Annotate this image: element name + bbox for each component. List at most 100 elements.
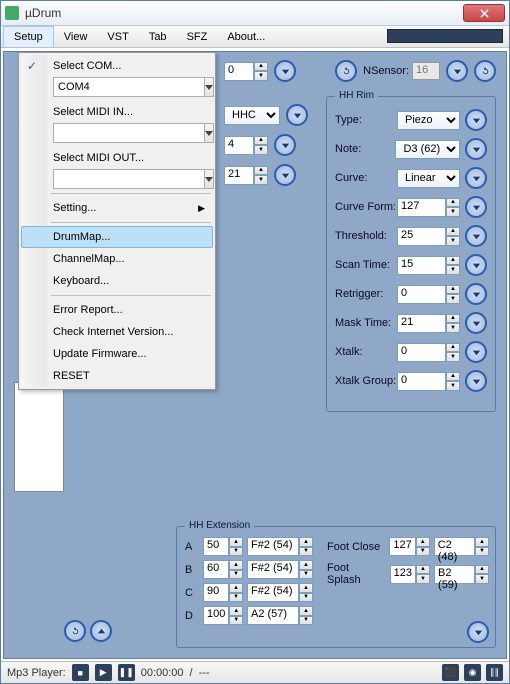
close-button[interactable] bbox=[463, 4, 505, 22]
hhext-v1-0[interactable]: 50▲▼ bbox=[203, 537, 243, 556]
footclose-v1[interactable]: 127▲▼ bbox=[389, 537, 429, 556]
hhrim-label-9: Xtalk Group: bbox=[335, 375, 397, 387]
hhrim-row-1: Note:D3 (62) bbox=[335, 138, 487, 160]
hhext-row-c: C90▲▼F#2 (54)▲▼ bbox=[185, 583, 313, 602]
com-combo[interactable] bbox=[53, 77, 203, 97]
partial-spin-21[interactable]: 21▲▼ bbox=[224, 166, 268, 185]
hhext-v1-2[interactable]: 90▲▼ bbox=[203, 583, 243, 602]
footclose-v2[interactable]: C2 (48)▲▼ bbox=[434, 537, 489, 556]
hhrim-label-1: Note: bbox=[335, 143, 395, 155]
hhrim-circ-2[interactable] bbox=[465, 167, 487, 189]
hhext-v2-1[interactable]: F#2 (54)▲▼ bbox=[247, 560, 313, 579]
partial-circ-4[interactable] bbox=[274, 134, 296, 156]
midiout-input[interactable] bbox=[53, 169, 205, 189]
menu-select-midi-in[interactable]: Select MIDI IN... bbox=[21, 101, 213, 123]
hhext-row-d: D 100▲▼A2 (57)▲▼ bbox=[185, 606, 313, 625]
hhrim-circ-0[interactable] bbox=[465, 109, 487, 131]
menu-update-firmware[interactable]: Update Firmware... bbox=[21, 343, 213, 365]
hhext-v1-1[interactable]: 60▲▼ bbox=[203, 560, 243, 579]
menu-tab[interactable]: Tab bbox=[139, 26, 177, 47]
hhrim-group: HH Rim Type:PiezoNote:D3 (62)Curve:Linea… bbox=[326, 96, 496, 412]
hhext-v2-0[interactable]: F#2 (54)▲▼ bbox=[247, 537, 313, 556]
hhrim-row-0: Type:Piezo bbox=[335, 109, 487, 131]
window-title: µDrum bbox=[25, 6, 463, 20]
hhrim-row-4: Threshold:25▲▼ bbox=[335, 225, 487, 247]
midiin-input[interactable] bbox=[53, 123, 205, 143]
bottom-up-button[interactable] bbox=[90, 620, 112, 642]
hhext-v1-3[interactable]: 100▲▼ bbox=[203, 606, 243, 625]
hhrim-circ-6[interactable] bbox=[465, 283, 487, 305]
partial-spin-4[interactable]: 4▲▼ bbox=[224, 136, 268, 155]
menu-sfz[interactable]: SFZ bbox=[177, 26, 218, 47]
menu-setup[interactable]: Setup bbox=[3, 26, 54, 47]
check-icon: ✓ bbox=[27, 59, 37, 73]
menu-vst[interactable]: VST bbox=[97, 26, 138, 47]
menu-view[interactable]: View bbox=[54, 26, 98, 47]
hhrim-spin-3[interactable]: 127▲▼ bbox=[397, 198, 460, 217]
hhext-v2-3[interactable]: A2 (57)▲▼ bbox=[247, 606, 313, 625]
setup-dropdown: ✓ Select COM... Select MIDI IN... Select… bbox=[18, 52, 216, 390]
midiin-combo[interactable] bbox=[53, 123, 203, 143]
hhrim-label-5: Scan Time: bbox=[335, 259, 397, 271]
hhext-v2-2[interactable]: F#2 (54)▲▼ bbox=[247, 583, 313, 602]
hhext-label-3: D bbox=[185, 610, 199, 622]
hhrim-spin-8[interactable]: 0▲▼ bbox=[397, 343, 460, 362]
hhrim-select-2[interactable]: Linear bbox=[397, 169, 460, 188]
partial-circ-21[interactable] bbox=[274, 164, 296, 186]
sb-btn-c[interactable]: ∥∥ bbox=[486, 664, 503, 681]
hhrim-circ-7[interactable] bbox=[465, 312, 487, 334]
hhrim-select-1[interactable]: D3 (62) bbox=[395, 140, 460, 159]
hhrim-circ-1[interactable] bbox=[465, 138, 487, 160]
hhrim-circ-3[interactable] bbox=[465, 196, 487, 218]
refresh-button[interactable] bbox=[335, 60, 357, 82]
com-combo-btn[interactable] bbox=[205, 77, 214, 97]
hhext-down-button[interactable] bbox=[467, 621, 489, 643]
footsplash-v1[interactable]: 123▲▼ bbox=[390, 565, 430, 584]
menu-error-report[interactable]: Error Report... bbox=[21, 299, 213, 321]
partial-circ-0[interactable] bbox=[274, 60, 296, 82]
submenu-arrow-icon: ▶ bbox=[198, 203, 205, 214]
hhrim-spin-7[interactable]: 21▲▼ bbox=[397, 314, 460, 333]
menu-keyboard[interactable]: Keyboard... bbox=[21, 270, 213, 292]
midiout-combo[interactable] bbox=[53, 169, 203, 189]
hhext-label-1: B bbox=[185, 564, 199, 576]
menu-select-com[interactable]: ✓ Select COM... bbox=[21, 55, 213, 77]
midiin-combo-btn[interactable] bbox=[205, 123, 214, 143]
app-icon bbox=[5, 6, 19, 20]
sb-btn-a[interactable]: ⬛ bbox=[442, 664, 459, 681]
midiout-combo-btn[interactable] bbox=[205, 169, 214, 189]
menu-select-midi-out[interactable]: Select MIDI OUT... bbox=[21, 147, 213, 169]
hhrim-spin-4[interactable]: 25▲▼ bbox=[397, 227, 460, 246]
menu-check-internet[interactable]: Check Internet Version... bbox=[21, 321, 213, 343]
menu-channelmap[interactable]: ChannelMap... bbox=[21, 248, 213, 270]
hhrim-row-2: Curve:Linear bbox=[335, 167, 487, 189]
hhext-label-0: A bbox=[185, 541, 199, 553]
menu-about[interactable]: About... bbox=[217, 26, 275, 47]
stop-button[interactable]: ■ bbox=[72, 664, 89, 681]
sb-btn-b[interactable]: ◉ bbox=[464, 664, 481, 681]
hhrim-circ-4[interactable] bbox=[465, 225, 487, 247]
hhc-select[interactable]: HHC bbox=[224, 106, 280, 125]
menu-reset[interactable]: RESET bbox=[21, 365, 213, 387]
partial-circ-hhc[interactable] bbox=[286, 104, 308, 126]
pause-button[interactable]: ❚❚ bbox=[118, 664, 135, 681]
com-input[interactable] bbox=[53, 77, 205, 97]
menu-setting[interactable]: Setting...▶ bbox=[21, 197, 213, 219]
hhrim-spin-5[interactable]: 15▲▼ bbox=[397, 256, 460, 275]
menu-drummap[interactable]: DrumMap... bbox=[21, 226, 213, 248]
hhrim-circ-8[interactable] bbox=[465, 341, 487, 363]
hhrim-spin-6[interactable]: 0▲▼ bbox=[397, 285, 460, 304]
hhrim-select-0[interactable]: Piezo bbox=[397, 111, 460, 130]
hhrim-spin-9[interactable]: 0▲▼ bbox=[397, 372, 460, 391]
footsplash-v2[interactable]: B2 (59)▲▼ bbox=[434, 565, 489, 584]
hhrim-circ-5[interactable] bbox=[465, 254, 487, 276]
nsensor-down-button[interactable] bbox=[446, 60, 468, 82]
hhrim-circ-9[interactable] bbox=[465, 370, 487, 392]
hhext-row-b: B 60▲▼F#2 (54)▲▼ bbox=[185, 560, 313, 579]
content-area: NSensor: 16 0▲▼ HHC 4▲▼ 21▲▼ bbox=[3, 51, 507, 659]
bottom-refresh-button[interactable] bbox=[64, 620, 86, 642]
mp3-dur: --- bbox=[199, 667, 210, 679]
play-button[interactable]: ▶ bbox=[95, 664, 112, 681]
nsensor-refresh-button[interactable] bbox=[474, 60, 496, 82]
partial-spin-0[interactable]: 0▲▼ bbox=[224, 62, 268, 81]
